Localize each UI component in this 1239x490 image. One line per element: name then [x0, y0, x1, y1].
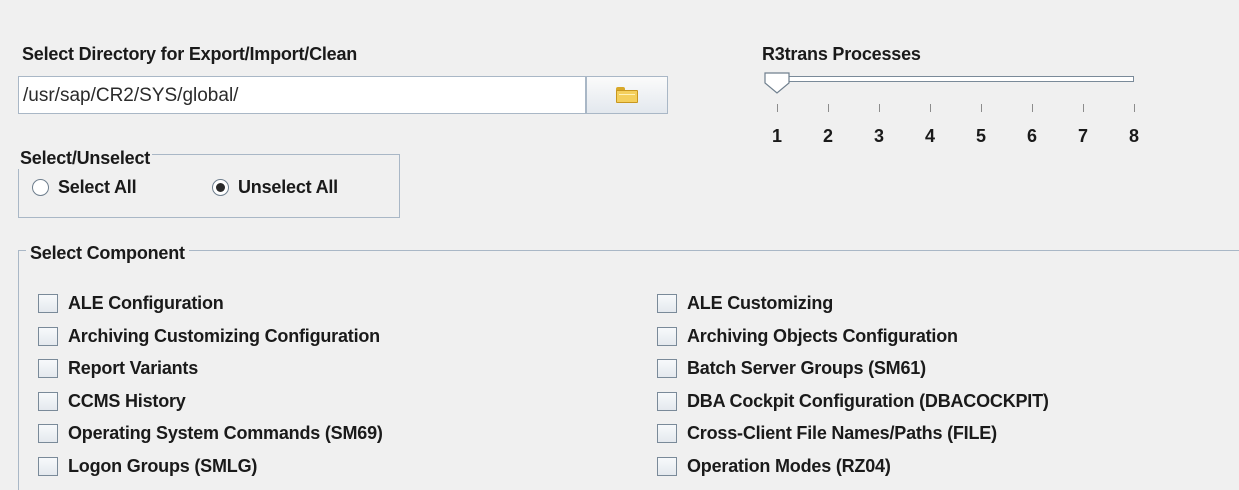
slider-tick: [1083, 104, 1084, 112]
component-label: Operation Modes (RZ04): [687, 455, 891, 476]
radio-button-icon[interactable]: [32, 179, 49, 196]
component-checkbox-item[interactable]: CCMS History: [38, 391, 186, 412]
slider-tick-label: 6: [1026, 126, 1037, 146]
checkbox-icon[interactable]: [38, 456, 58, 476]
component-label: Archiving Customizing Configuration: [68, 325, 380, 346]
slider-thumb[interactable]: [763, 72, 791, 94]
slider-track[interactable]: [772, 76, 1134, 82]
component-checkbox-item[interactable]: Archiving Objects Configuration: [657, 326, 958, 347]
slider-tick: [930, 104, 931, 112]
component-checkbox-item[interactable]: ALE Customizing: [657, 293, 833, 314]
folder-icon: [616, 87, 638, 103]
component-label: ALE Configuration: [68, 293, 224, 313]
select-unselect-title: Select/Unselect: [16, 148, 153, 169]
component-checkbox-item[interactable]: Logon Groups (SMLG): [38, 456, 257, 477]
checkbox-icon[interactable]: [657, 391, 677, 411]
component-label: CCMS History: [68, 390, 186, 411]
checkbox-icon[interactable]: [38, 424, 58, 443]
slider-tick-label: 3: [873, 126, 884, 146]
component-checkbox-item[interactable]: Archiving Customizing Configuration: [38, 326, 380, 347]
checkbox-icon[interactable]: [38, 359, 58, 378]
slider-tick-label: 5: [975, 126, 986, 146]
slider-tick: [828, 104, 829, 112]
component-checkbox-item[interactable]: Batch Server Groups (SM61): [657, 358, 926, 379]
slider-tick: [777, 104, 778, 112]
component-label: Cross-Client File Names/Paths (FILE): [687, 423, 997, 443]
checkbox-icon[interactable]: [657, 424, 677, 443]
r3trans-processes-slider[interactable]: 1 2 3 4 5 6 7 8: [762, 72, 1142, 152]
select-component-title: Select Component: [26, 243, 189, 264]
select-all-radio[interactable]: Select All: [32, 177, 137, 198]
checkbox-icon[interactable]: [38, 391, 58, 411]
checkbox-icon[interactable]: [657, 294, 677, 313]
component-label: ALE Customizing: [687, 293, 833, 313]
radio-button-icon[interactable]: [212, 179, 229, 196]
slider-tick: [1032, 104, 1033, 112]
component-checkbox-item[interactable]: Operation Modes (RZ04): [657, 456, 891, 477]
select-component-group: [18, 250, 1239, 490]
component-checkbox-item[interactable]: Operating System Commands (SM69): [38, 423, 383, 444]
slider-tick-label: 7: [1077, 126, 1088, 146]
component-checkbox-item[interactable]: Cross-Client File Names/Paths (FILE): [657, 423, 997, 444]
slider-tick-label: 4: [924, 126, 935, 146]
unselect-all-radio[interactable]: Unselect All: [212, 177, 338, 198]
checkbox-icon[interactable]: [38, 326, 58, 346]
component-checkbox-item[interactable]: DBA Cockpit Configuration (DBACOCKPIT): [657, 391, 1049, 412]
checkbox-icon[interactable]: [657, 326, 677, 346]
component-label: Operating System Commands (SM69): [68, 423, 383, 443]
slider-tick: [1134, 104, 1135, 112]
checkbox-icon[interactable]: [38, 294, 58, 313]
component-label: Logon Groups (SMLG): [68, 455, 258, 476]
component-label: Batch Server Groups (SM61): [687, 358, 926, 378]
r3trans-processes-label: R3trans Processes: [762, 44, 921, 64]
checkbox-icon[interactable]: [657, 359, 677, 378]
slider-tick-label: 1: [771, 126, 782, 146]
browse-directory-button[interactable]: [586, 76, 668, 114]
slider-tick-label: 8: [1128, 126, 1139, 146]
component-label: DBA Cockpit Configuration (DBACOCKPIT): [687, 390, 1049, 411]
slider-tick: [981, 104, 982, 112]
slider-tick: [879, 104, 880, 112]
component-checkbox-item[interactable]: ALE Configuration: [38, 293, 224, 314]
directory-label: Select Directory for Export/Import/Clean: [22, 44, 358, 64]
directory-path-field[interactable]: [18, 76, 586, 114]
slider-tick-label: 2: [822, 126, 833, 146]
select-all-label: Select All: [58, 177, 137, 197]
checkbox-icon[interactable]: [657, 456, 677, 476]
component-checkbox-item[interactable]: Report Variants: [38, 358, 198, 379]
unselect-all-label: Unselect All: [238, 177, 338, 197]
component-label: Report Variants: [68, 358, 199, 378]
component-label: Archiving Objects Configuration: [687, 325, 958, 346]
